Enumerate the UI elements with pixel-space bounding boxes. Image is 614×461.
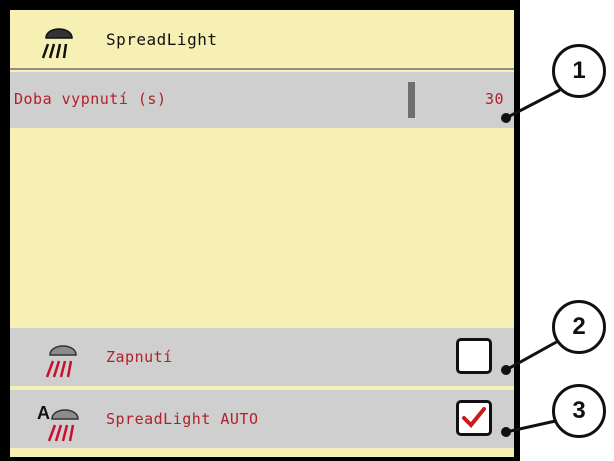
auto-row[interactable]: A SpreadLight AUTO (10, 390, 514, 448)
value-divider (408, 82, 415, 118)
auto-checkbox[interactable] (456, 400, 492, 436)
spreadlight-icon (41, 28, 73, 59)
shutoff-time-row[interactable]: Doba vypnutí (s) 30 (10, 72, 514, 128)
spreadlight-menu: SpreadLight Doba vypnutí (s) 30 Zapnutí … (10, 10, 514, 457)
spreadlight-icon (45, 345, 77, 378)
callout-2: 2 (552, 300, 606, 354)
menu-header: SpreadLight (10, 10, 514, 70)
callout-1: 1 (552, 44, 606, 98)
shutoff-time-label: Doba vypnutí (s) (14, 90, 167, 108)
checkmark-icon (462, 407, 486, 428)
enable-checkbox[interactable] (456, 338, 492, 374)
svg-text:A: A (37, 403, 50, 423)
auto-label: SpreadLight AUTO (106, 410, 259, 428)
page-title: SpreadLight (106, 30, 218, 49)
callout-3: 3 (552, 384, 606, 438)
spreadlight-auto-icon: A (37, 403, 79, 442)
enable-row[interactable]: Zapnutí (10, 328, 514, 386)
terminal-screen: SpreadLight Doba vypnutí (s) 30 Zapnutí … (0, 0, 520, 461)
shutoff-time-value[interactable]: 30 (485, 90, 504, 108)
enable-label: Zapnutí (106, 348, 173, 366)
